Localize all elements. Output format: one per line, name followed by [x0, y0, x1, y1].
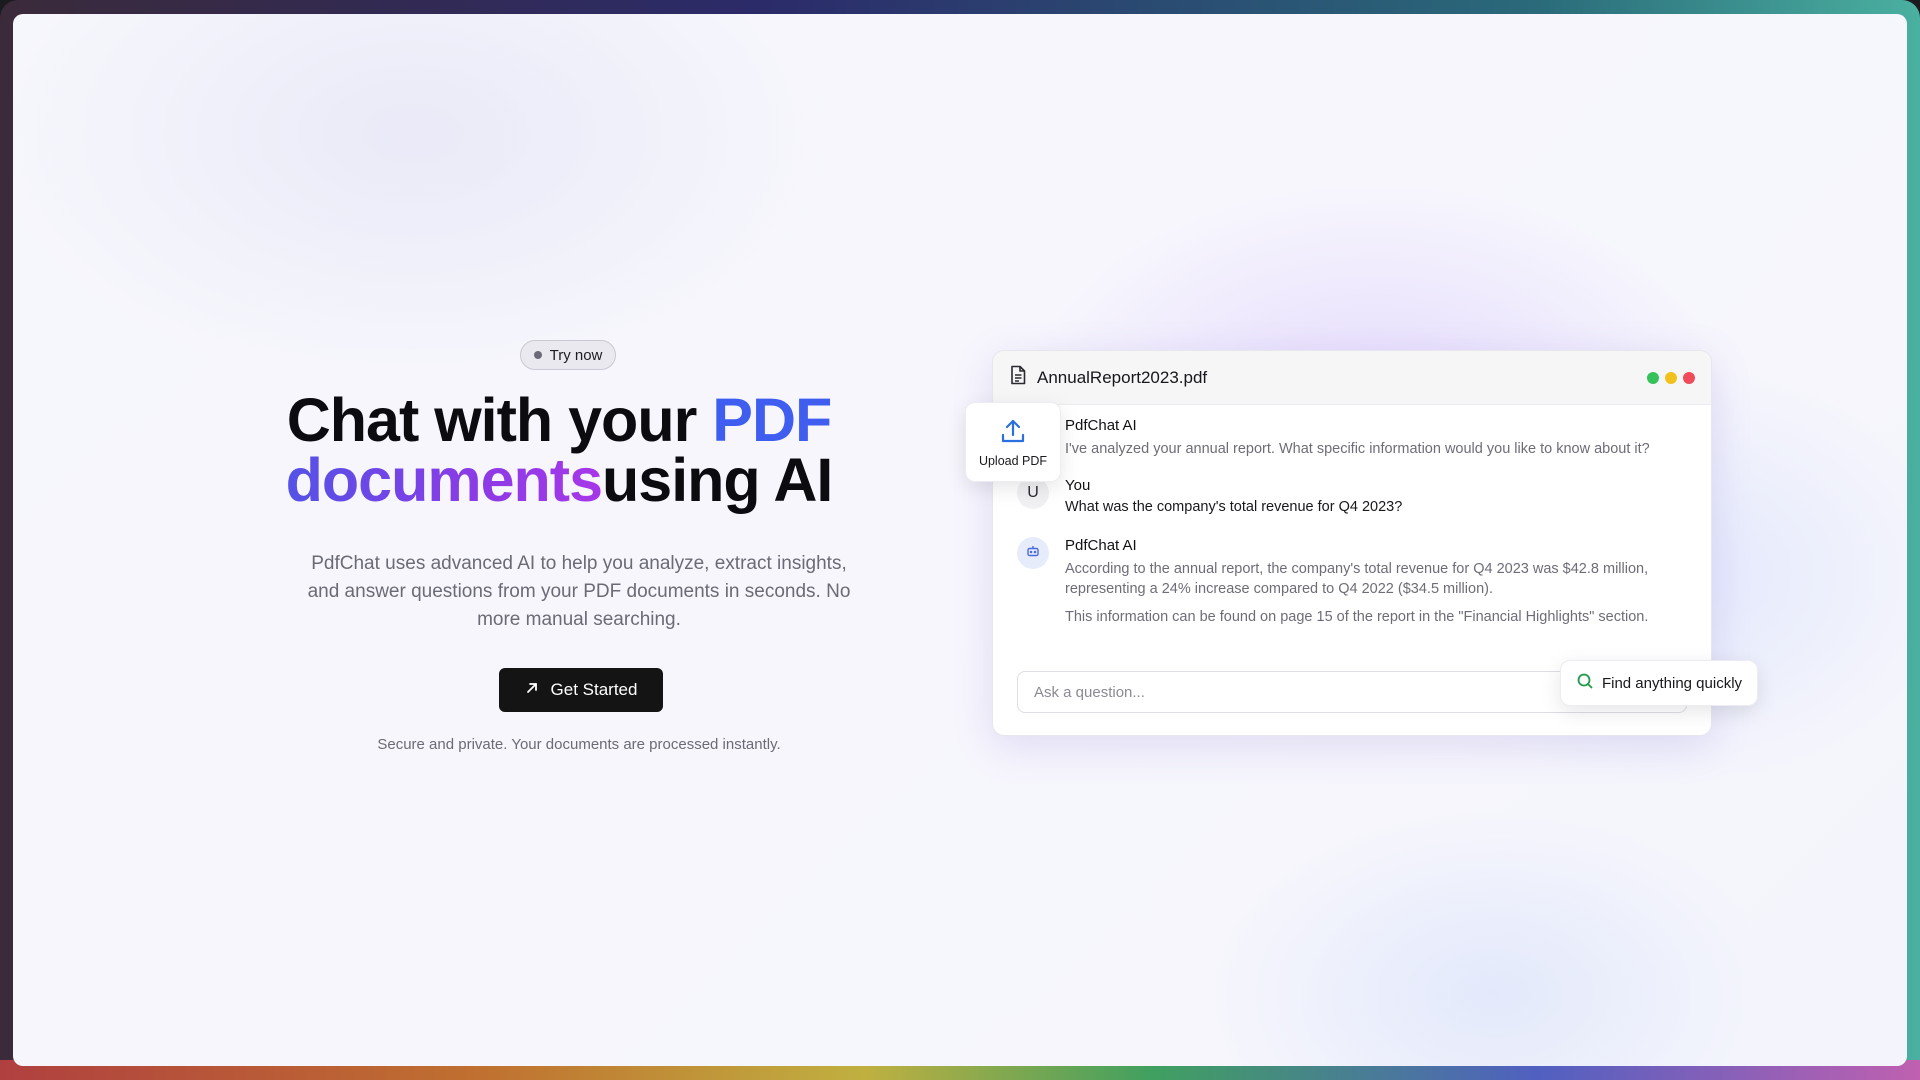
security-note: Secure and private. Your documents are p…: [377, 736, 781, 753]
upload-pdf-label: Upload PDF: [978, 453, 1048, 468]
status-dot-icon: [533, 351, 542, 359]
arrow-up-right-icon: [525, 680, 539, 700]
upload-pdf-button[interactable]: Upload PDF: [965, 402, 1061, 482]
find-anything-badge: Find anything quickly: [1560, 660, 1758, 706]
ask-placeholder: Ask a question...: [1034, 683, 1145, 701]
window-dot-red[interactable]: [1683, 371, 1695, 384]
message-sender: PdfChat AI: [1065, 537, 1137, 554]
try-now-label: Try now: [549, 346, 603, 364]
search-icon: [1576, 672, 1594, 694]
find-anything-label: Find anything quickly: [1601, 674, 1743, 692]
bot-avatar: [1017, 537, 1049, 569]
window-dot-green[interactable]: [1647, 371, 1659, 384]
window-dot-yellow[interactable]: [1665, 371, 1677, 384]
chat-header: AnnualReport2023.pdf: [993, 351, 1711, 405]
message-sender: PdfChat AI: [1065, 417, 1137, 434]
get-started-button[interactable]: Get Started: [499, 668, 663, 712]
try-now-badge[interactable]: Try now: [520, 340, 616, 370]
hero-title: Chat with your PDF documentsusing AI: [249, 390, 869, 511]
message-text: I've analyzed your annual report. What s…: [1065, 441, 1650, 457]
message-text: According to the annual report, the comp…: [1065, 561, 1649, 597]
hero-title-part1: Chat with your: [286, 386, 713, 454]
window-controls: [1647, 371, 1695, 384]
upload-icon: [999, 417, 1027, 448]
bot-icon: [1026, 544, 1040, 563]
landing-page: Try now Chat with your PDF documentsusing…: [13, 14, 1907, 1066]
message-text: This information can be found on page 15…: [1065, 609, 1649, 625]
message-sender: You: [1065, 477, 1091, 494]
document-icon: [1009, 365, 1027, 390]
file-name: AnnualReport2023.pdf: [1037, 367, 1208, 387]
hero-title-highlight-pdf: PDF: [712, 386, 832, 454]
hero-subtitle: PdfChat uses advanced AI to help you ana…: [307, 553, 851, 630]
message-text: What was the company's total revenue for…: [1065, 499, 1403, 515]
hero-title-highlight-documents: documents: [285, 446, 603, 514]
get-started-label: Get Started: [550, 680, 638, 699]
hero-title-part2: using AI: [602, 446, 833, 514]
